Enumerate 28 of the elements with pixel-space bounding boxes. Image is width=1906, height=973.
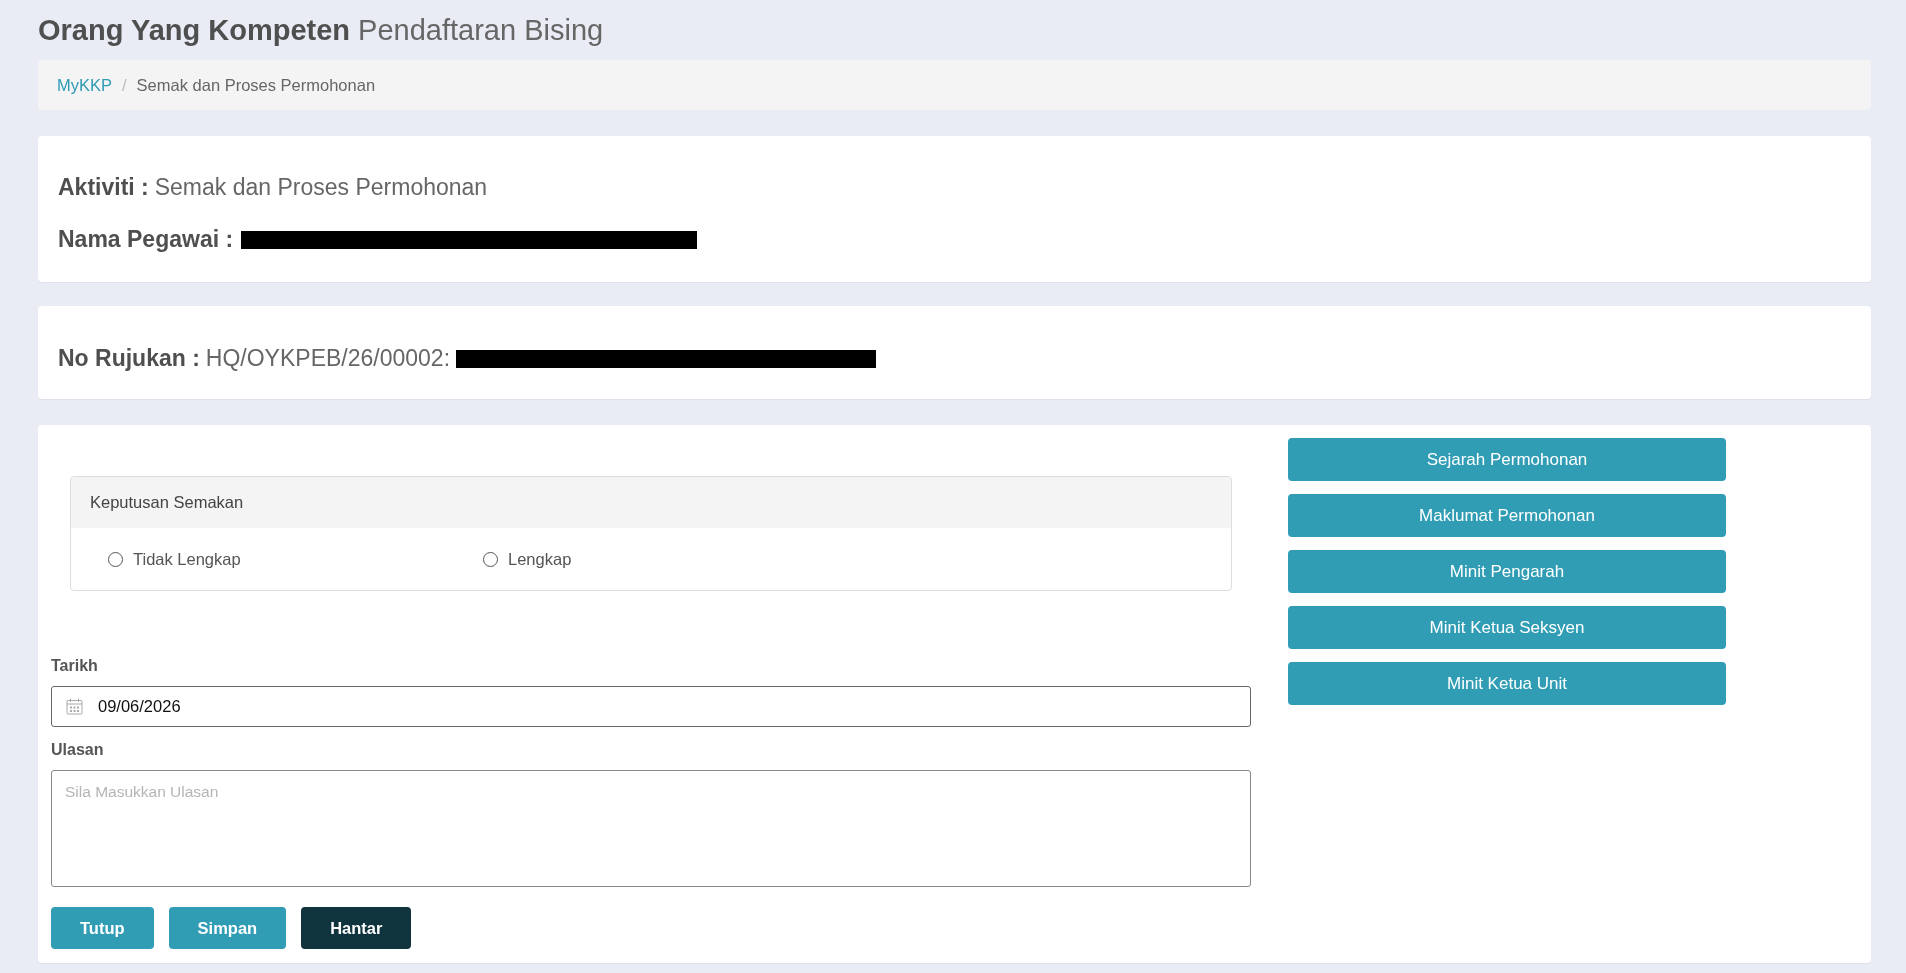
panel-title: Keputusan Semakan	[90, 492, 244, 514]
field-value: HQ/OYKPEB/26/00002:	[205, 344, 451, 374]
side-action-button[interactable]: Sejarah Permohonan	[1288, 438, 1726, 481]
action-button[interactable]: Tutup	[51, 907, 154, 949]
radio-button[interactable]	[483, 552, 498, 567]
side-action-button[interactable]: Maklumat Permohonan	[1288, 494, 1726, 537]
side-action-button[interactable]: Minit Ketua Seksyen	[1288, 606, 1726, 649]
page-title: Orang Yang Kompeten	[38, 13, 351, 48]
field-label: Nama Pegawai :	[58, 225, 234, 255]
action-button[interactable]: Hantar	[301, 907, 412, 949]
radio-label[interactable]: Tidak Lengkap	[133, 547, 241, 572]
breadcrumb-divider: /	[122, 74, 127, 96]
breadcrumb-link[interactable]: MyKKP	[57, 72, 112, 98]
breadcrumb-current: Semak dan Proses Permohonan	[136, 74, 376, 96]
action-button[interactable]: Simpan	[168, 907, 287, 949]
page-subtitle: Pendaftaran Bising	[358, 13, 604, 48]
field-label: Tarikh	[51, 656, 98, 676]
calendar-icon[interactable]	[66, 698, 83, 715]
radio-button[interactable]	[108, 552, 123, 567]
field-value: Semak dan Proses Permohonan	[154, 173, 488, 203]
field-label: No Rujukan :	[58, 344, 200, 374]
side-action-button[interactable]: Minit Pengarah	[1288, 550, 1726, 593]
remarks-field[interactable]: Sila Masukkan Ulasan	[51, 770, 1251, 887]
date-field[interactable]: 09/06/2026	[51, 686, 1251, 727]
field-label: Aktiviti :	[58, 173, 149, 203]
radio-label[interactable]: Lengkap	[508, 547, 572, 572]
field-label: Ulasan	[51, 740, 104, 760]
side-action-button[interactable]: Minit Ketua Unit	[1288, 662, 1726, 705]
